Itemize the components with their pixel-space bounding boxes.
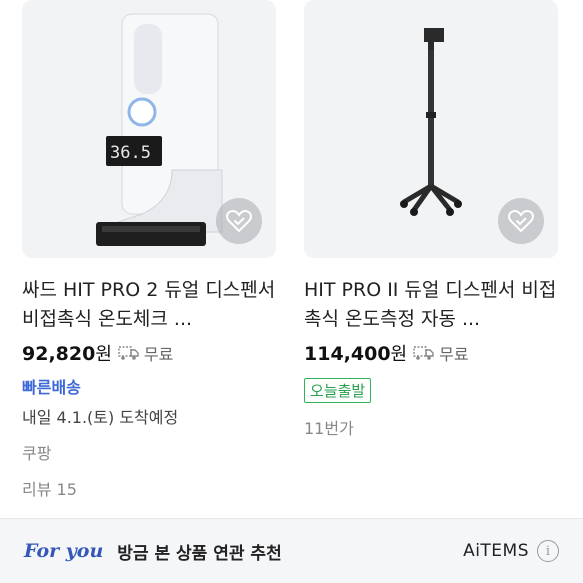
product-price: 114,400원 (304, 343, 408, 365)
product-card-1[interactable]: 36.5 싸드 HIT PRO 2 듀얼 디스펜서 비접촉식 온도체크 ... … (22, 0, 276, 500)
foryou-brand: For you (24, 540, 104, 562)
heart-check-icon (226, 210, 252, 233)
seller-name: 쿠팡 (22, 444, 52, 463)
shipping-info: 무료 (413, 341, 469, 365)
today-shipping-badge: 오늘출발 (304, 378, 372, 403)
wishlist-button[interactable] (216, 198, 262, 244)
product-title[interactable]: HIT PRO II 듀얼 디스펜서 비접촉식 온도측정 자동 ... (304, 276, 558, 334)
wishlist-button[interactable] (498, 198, 544, 244)
fast-delivery-badge: 빠른배송 (22, 378, 81, 397)
truck-icon (118, 346, 139, 360)
product-card-2[interactable]: HIT PRO II 듀얼 디스펜서 비접촉식 온도측정 자동 ... 114,… (304, 0, 558, 439)
heart-check-icon (508, 210, 534, 233)
product-image[interactable]: 36.5 (22, 0, 276, 258)
price-row: 114,400원 무료 (304, 338, 558, 368)
temperature-readout: 36.5 (110, 143, 151, 163)
product-price: 92,820원 (22, 343, 112, 365)
info-icon[interactable]: i (537, 540, 559, 562)
foryou-bar[interactable]: For you 방금 본 상품 연관 추천 AiTEMS i (0, 518, 583, 583)
aitems-logo: AiTEMS (463, 541, 529, 561)
arrival-date: 내일 4.1.(토) 도착예정 (22, 408, 179, 427)
shipping-info: 무료 (118, 341, 173, 365)
seller-name: 11번가 (304, 419, 354, 438)
price-row: 92,820원 무료 (22, 338, 276, 368)
review-count: 리뷰 15 (22, 480, 77, 499)
product-image[interactable] (304, 0, 558, 258)
product-title[interactable]: 싸드 HIT PRO 2 듀얼 디스펜서 비접촉식 온도체크 ... (22, 276, 276, 334)
foryou-title: 방금 본 상품 연관 추천 (117, 543, 282, 564)
truck-icon (413, 346, 434, 360)
